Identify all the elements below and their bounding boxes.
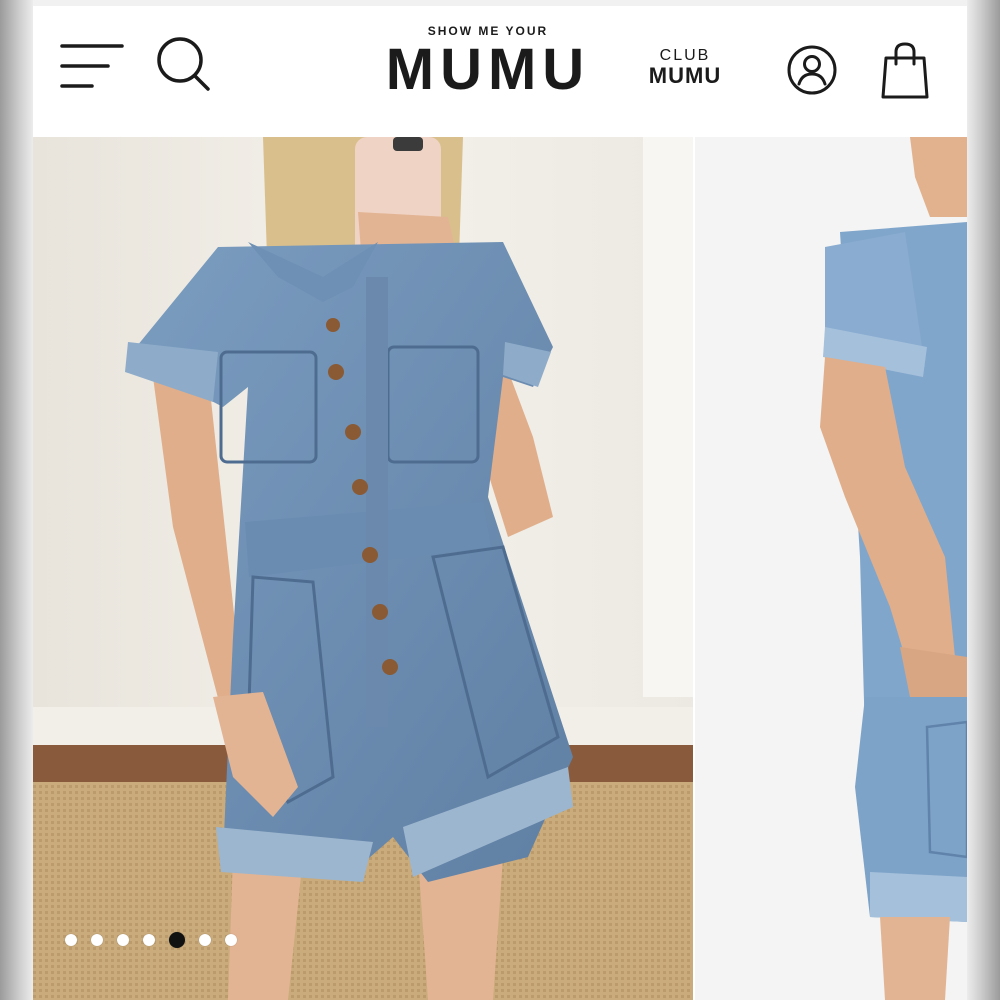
product-photo [33, 137, 693, 1000]
hamburger-menu-icon [60, 44, 124, 88]
product-photo-next[interactable] [695, 137, 967, 1000]
carousel-pagination [65, 932, 237, 948]
carousel-dot-4[interactable] [143, 934, 155, 946]
product-photo-peek [695, 137, 967, 1000]
product-image-carousel[interactable] [33, 137, 967, 1000]
app-window: SHOW ME YOUR MUMU CLUB MUMU [33, 0, 967, 1000]
club-mumu-link[interactable]: CLUB MUMU [640, 47, 730, 87]
site-header: SHOW ME YOUR MUMU CLUB MUMU [33, 0, 967, 137]
search-button[interactable] [153, 34, 213, 94]
shopping-bag-icon [881, 42, 929, 99]
carousel-dot-5-active[interactable] [169, 932, 185, 948]
account-icon [787, 45, 837, 95]
logo-wordmark: MUMU [385, 37, 591, 102]
carousel-dot-3[interactable] [117, 934, 129, 946]
carousel-dot-2[interactable] [91, 934, 103, 946]
logo-tagline: SHOW ME YOUR [427, 24, 549, 38]
brand-logo[interactable]: SHOW ME YOUR MUMU [383, 24, 593, 100]
cart-button[interactable] [879, 40, 931, 100]
product-photo-active[interactable] [33, 137, 693, 1000]
search-icon [157, 37, 210, 91]
account-button[interactable] [786, 44, 838, 96]
carousel-dot-7[interactable] [225, 934, 237, 946]
carousel-dot-6[interactable] [199, 934, 211, 946]
club-name: MUMU [648, 63, 722, 88]
carousel-dot-1[interactable] [65, 934, 77, 946]
menu-button[interactable] [60, 40, 126, 92]
status-strip [33, 0, 967, 6]
